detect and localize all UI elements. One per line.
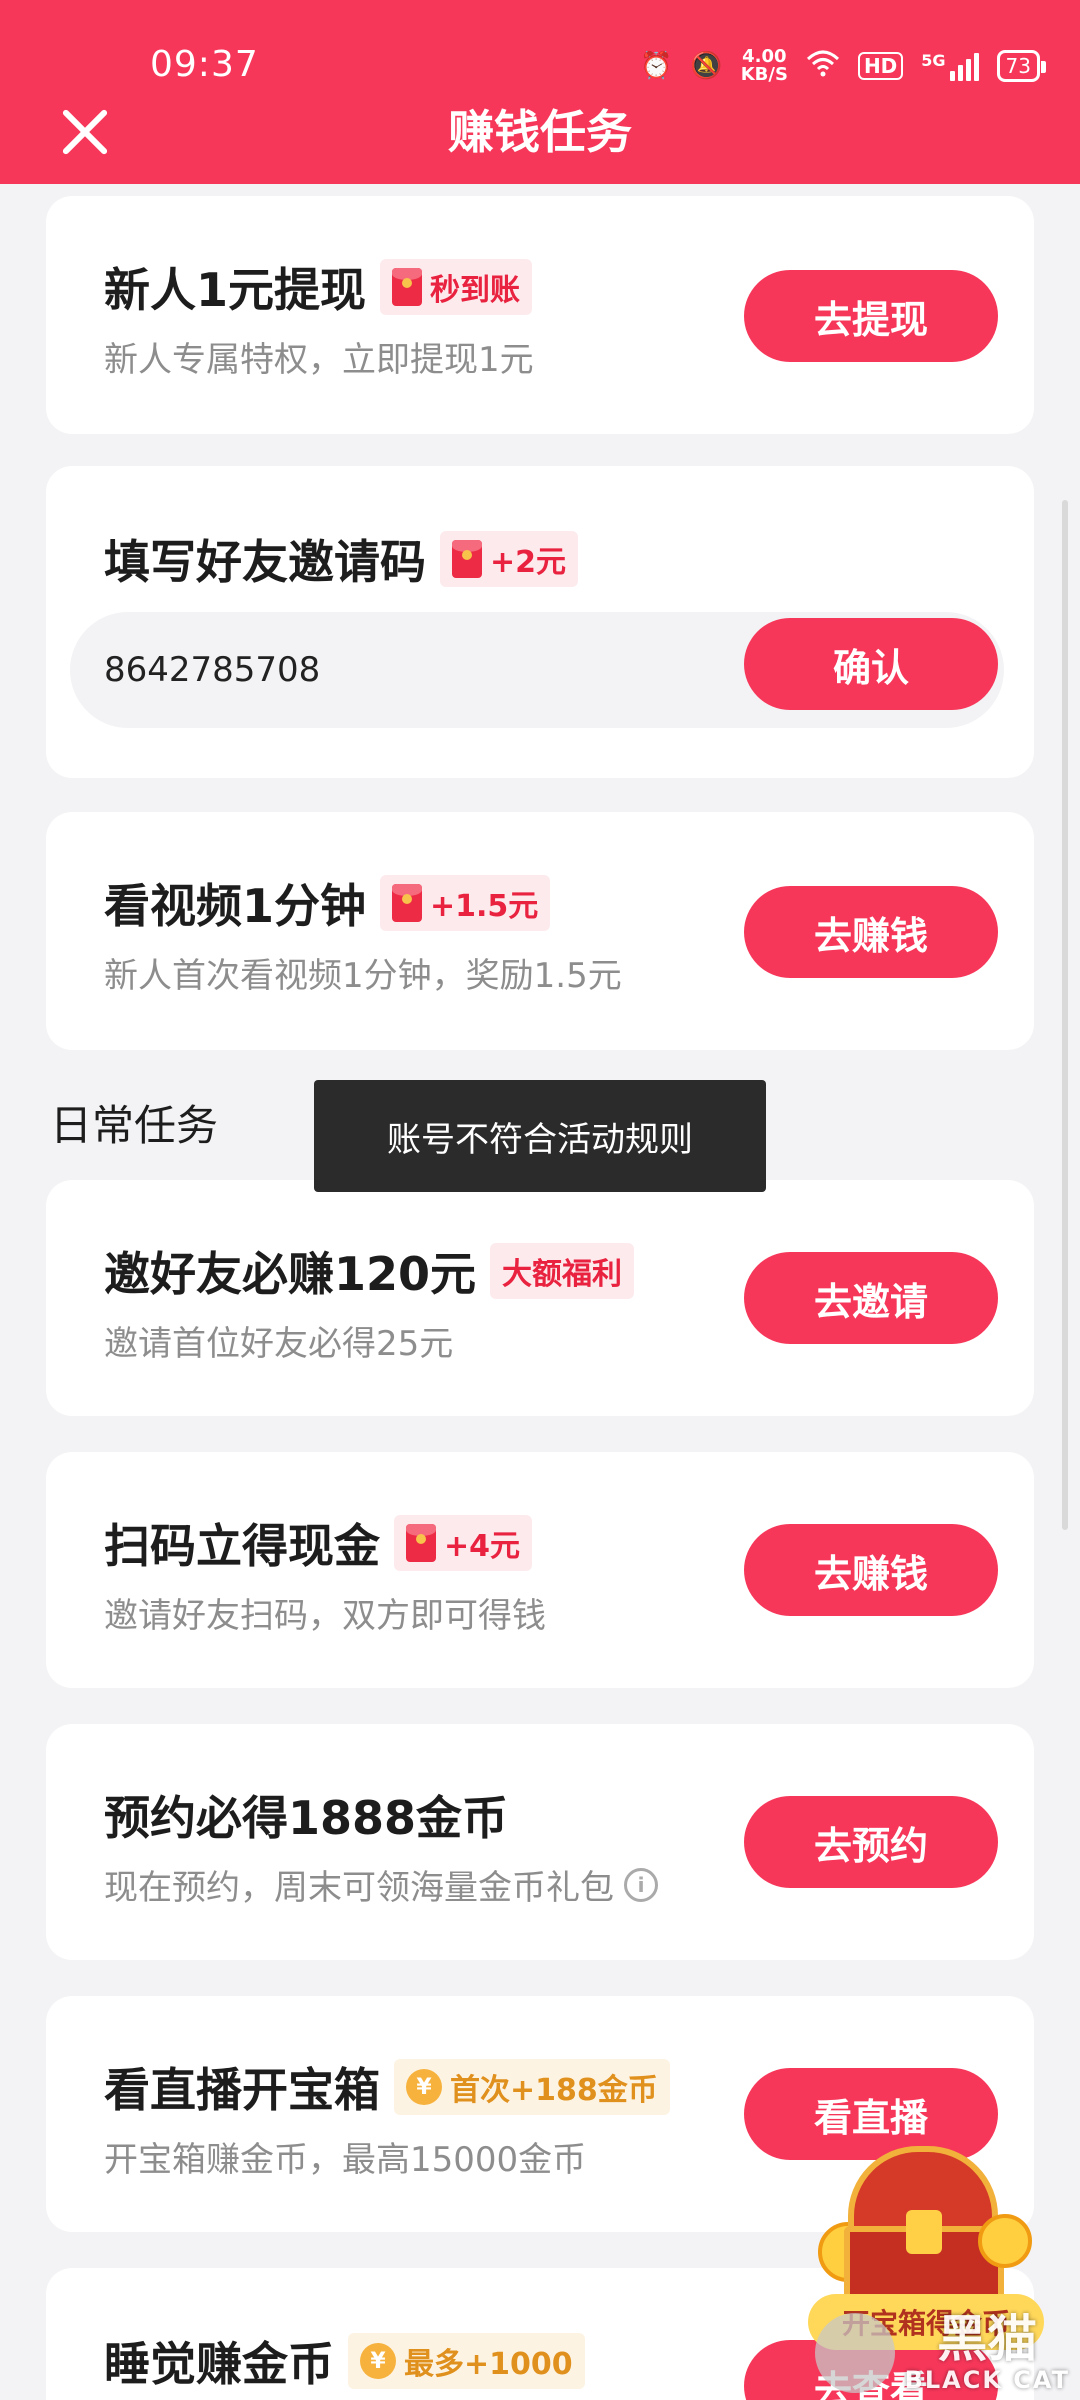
task-title: 邀好友必赚120元 xyxy=(104,1247,477,1301)
page-title: 赚钱任务 xyxy=(448,105,632,159)
task-title: 看直播开宝箱 xyxy=(104,2063,380,2117)
reward-badge: +4元 xyxy=(394,1515,533,1571)
task-card-watch-video: 看视频1分钟 +1.5元 新人首次看视频1分钟，奖励1.5元 去赚钱 xyxy=(46,812,1034,1050)
task-subtitle: 邀请好友扫码，双方即可得钱 xyxy=(104,1596,546,1636)
task-title: 扫码立得现金 xyxy=(104,1519,380,1573)
status-icons: ⏰ 🔕 4.00 KB/S HD 5G 73 xyxy=(639,46,1047,86)
reward-badge: +2元 xyxy=(440,531,579,587)
red-packet-icon xyxy=(392,268,423,306)
reward-badge-text: +2元 xyxy=(490,545,567,580)
header-bar: 09:37 ⏰ 🔕 4.00 KB/S HD 5G 73 赚钱任务 xyxy=(0,0,1080,184)
alarm-icon: ⏰ xyxy=(639,51,673,81)
task-card-newbie-withdraw: 新人1元提现 秒到账 新人专属特权，立即提现1元 去提现 xyxy=(46,196,1034,434)
hd-icon: HD xyxy=(857,52,904,80)
task-title: 睡觉赚金币 xyxy=(104,2337,334,2391)
task-subtitle: 新人专属特权，立即提现1元 xyxy=(104,340,534,380)
task-card-reserve: 预约必得1888金币 现在预约，周末可领海量金币礼包 i 去预约 xyxy=(46,1724,1034,1960)
wifi-icon xyxy=(806,49,840,84)
reward-badge: ¥ 最多+1000 xyxy=(348,2333,585,2389)
speed-unit: KB/S xyxy=(740,64,788,85)
scrollbar[interactable] xyxy=(1062,500,1068,1530)
earn-button[interactable]: 去赚钱 xyxy=(744,886,998,978)
task-card-invite-friends: 邀好友必赚120元 大额福利 邀请首位好友必得25元 去邀请 xyxy=(46,1180,1034,1416)
reward-badge-text: +4元 xyxy=(444,1529,521,1564)
reserve-button[interactable]: 去预约 xyxy=(744,1796,998,1888)
network-label: 5G xyxy=(921,51,946,70)
signal-icon: 5G xyxy=(921,51,979,81)
battery-icon: 73 xyxy=(996,50,1047,82)
coin-icon: ¥ xyxy=(360,2343,396,2379)
reward-badge-text: 秒到账 xyxy=(430,273,521,308)
task-subtitle: 邀请首位好友必得25元 xyxy=(104,1324,454,1364)
reward-badge: 秒到账 xyxy=(380,259,533,315)
invite-button[interactable]: 去邀请 xyxy=(744,1252,998,1344)
watermark-big: 黑猫 xyxy=(937,2310,1038,2368)
confirm-button[interactable]: 确认 xyxy=(744,618,998,710)
task-title: 填写好友邀请码 xyxy=(104,535,426,589)
reward-badge: 大额福利 xyxy=(490,1243,635,1299)
task-title: 预约必得1888金币 xyxy=(104,1791,509,1845)
red-packet-icon xyxy=(406,1524,436,1562)
red-packet-icon xyxy=(452,540,482,578)
task-subtitle: 新人首次看视频1分钟，奖励1.5元 xyxy=(104,956,622,996)
reward-badge: +1.5元 xyxy=(380,875,551,931)
watermark: 黑猫 BLACK CAT xyxy=(814,2310,1070,2394)
toast-message: 账号不符合活动规则 xyxy=(314,1080,766,1192)
task-card-invite-code: 填写好友邀请码 +2元 确认 xyxy=(46,466,1034,778)
coin-decoration xyxy=(978,2214,1032,2268)
task-subtitle-text: 现在预约，周末可领海量金币礼包 xyxy=(104,1868,614,1908)
withdraw-button[interactable]: 去提现 xyxy=(744,270,998,362)
invite-code-input[interactable] xyxy=(104,612,724,728)
daily-tasks-heading: 日常任务 xyxy=(50,1101,219,1150)
task-subtitle: 现在预约，周末可领海量金币礼包 i xyxy=(104,1860,658,1909)
mute-icon: 🔕 xyxy=(690,51,723,81)
earn-button[interactable]: 去赚钱 xyxy=(744,1524,998,1616)
chest-lock xyxy=(906,2210,942,2254)
watermark-small: BLACK CAT xyxy=(904,2366,1070,2394)
task-card-scan-code: 扫码立得现金 +4元 邀请好友扫码，双方即可得钱 去赚钱 xyxy=(46,1452,1034,1688)
cat-logo-icon xyxy=(814,2313,895,2393)
red-packet-icon xyxy=(392,884,423,922)
coin-icon: ¥ xyxy=(406,2069,442,2105)
network-speed: 4.00 KB/S xyxy=(741,48,788,84)
task-subtitle: 开宝箱赚金币，最高15000金币 xyxy=(104,2140,587,2180)
status-time: 09:37 xyxy=(150,44,259,85)
task-title: 看视频1分钟 xyxy=(104,879,367,933)
reward-badge-text: 最多+1000 xyxy=(404,2347,573,2382)
reward-badge-text: 首次+188金币 xyxy=(450,2073,658,2108)
task-title: 新人1元提现 xyxy=(104,263,367,317)
reward-badge-text: +1.5元 xyxy=(430,889,539,924)
reward-badge: ¥ 首次+188金币 xyxy=(394,2059,670,2115)
info-icon[interactable]: i xyxy=(624,1867,658,1902)
